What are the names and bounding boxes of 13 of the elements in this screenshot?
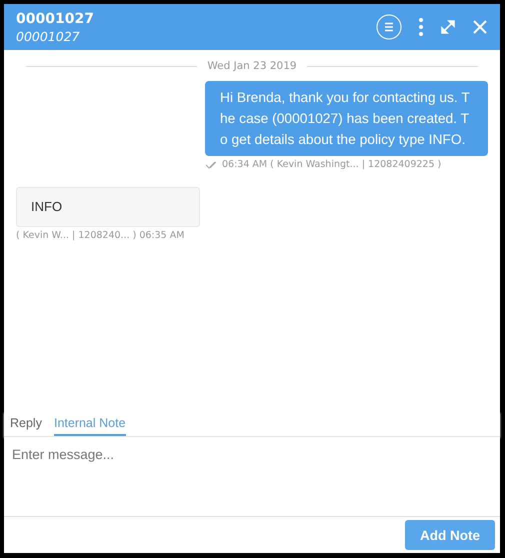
more-icon[interactable] [418, 17, 424, 37]
date-divider: Wed Jan 23 2019 [207, 60, 297, 72]
case-title: 00001027 [16, 10, 94, 26]
close-icon[interactable] [472, 19, 488, 35]
list-icon[interactable] [376, 14, 402, 40]
case-subtitle: 00001027 [16, 28, 81, 44]
add-note-button[interactable]: Add Note [405, 520, 495, 550]
tab[interactable]: Reply [10, 412, 42, 436]
message-bubble: INFO [16, 187, 200, 227]
message-meta: 06:34 AM ( Kevin Washingt... | 12082409225 ) [222, 159, 442, 170]
message-meta: ( Kevin W... | 1208240... ) 06:35 AM [16, 230, 184, 241]
expand-icon[interactable] [440, 19, 456, 35]
message-bubble: Hi Brenda, thank you for contacting us. The case (00001027) has been created. To get details about the policy type INFO. [205, 81, 488, 156]
